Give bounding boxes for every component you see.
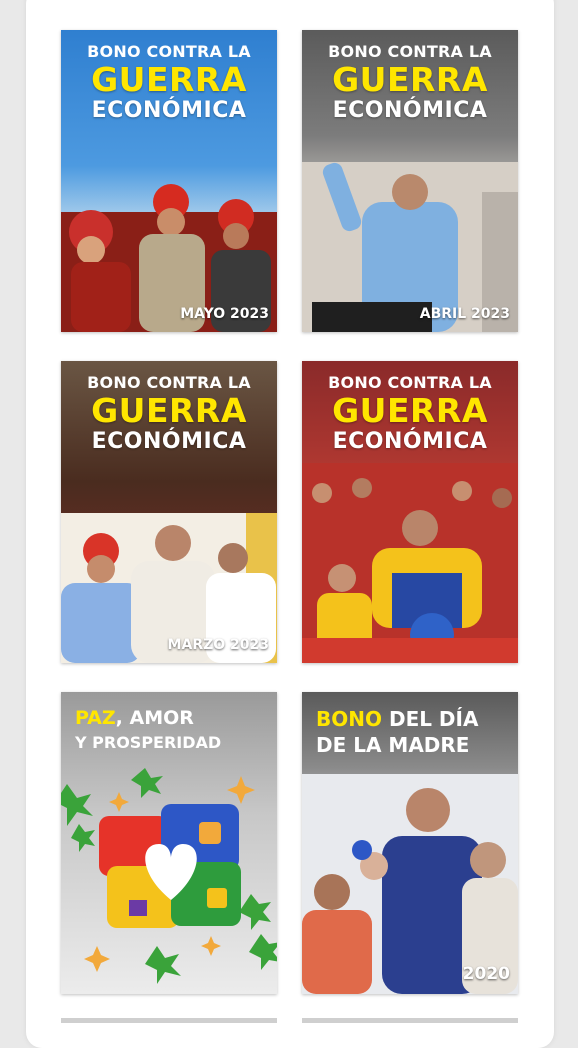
card-line3: ECONÓMICA: [91, 98, 247, 123]
amor-text: , AMOR: [115, 707, 194, 729]
card-title: PAZ, AMOR Y PROSPERIDAD: [75, 706, 221, 755]
card-line3: ECONÓMICA: [332, 98, 488, 123]
bono-text: BONO: [316, 707, 382, 731]
mothers-photo: [302, 774, 518, 994]
bono-card-abril-2023[interactable]: BONO CONTRA LA GUERRA ECONÓMICA ABRIL 20…: [302, 30, 518, 332]
card-line3: ECONÓMICA: [91, 429, 247, 454]
card-title: BONO DEL DÍA DE LA MADRE: [316, 706, 478, 758]
card-date: 2020: [462, 964, 510, 984]
card-line1: BONO CONTRA LA: [328, 42, 492, 61]
madre-text: DE LA MADRE: [316, 733, 470, 757]
card-date: MAYO 2023: [180, 306, 269, 322]
prosperidad-text: Y PROSPERIDAD: [75, 733, 222, 752]
card-date: MARZO 2023: [167, 637, 269, 653]
card-line1: BONO CONTRA LA: [87, 373, 251, 392]
card-line3: ECONÓMICA: [332, 429, 488, 454]
bono-card-rally[interactable]: BONO CONTRA LA GUERRA ECONÓMICA: [302, 361, 518, 663]
card-date: ABRIL 2023: [419, 306, 510, 322]
next-card-edge: [61, 1018, 277, 1023]
paz-amor-prosperidad-card[interactable]: PAZ, AMOR Y PROSPERIDAD: [61, 692, 277, 994]
card-line1: BONO CONTRA LA: [87, 42, 251, 61]
card-line2: GUERRA: [332, 60, 488, 99]
del-dia-text: DEL DÍA: [382, 707, 479, 731]
card-line1: BONO CONTRA LA: [328, 373, 492, 392]
card-line2: GUERRA: [91, 391, 247, 430]
rally-photo: [302, 463, 518, 663]
card-line2: GUERRA: [332, 391, 488, 430]
next-card-edge: [302, 1018, 518, 1023]
card-line2: GUERRA: [91, 60, 247, 99]
bono-card-marzo-2023[interactable]: BONO CONTRA LA GUERRA ECONÓMICA MARZO 20…: [61, 361, 277, 663]
bono-card-mayo-2023[interactable]: BONO CONTRA LA GUERRA ECONÓMICA MAYO 202…: [61, 30, 277, 332]
heart-logo-illustration: [61, 768, 277, 984]
paz-text: PAZ: [75, 707, 116, 729]
bono-dia-madre-card[interactable]: BONO DEL DÍA DE LA MADRE 2020: [302, 692, 518, 994]
